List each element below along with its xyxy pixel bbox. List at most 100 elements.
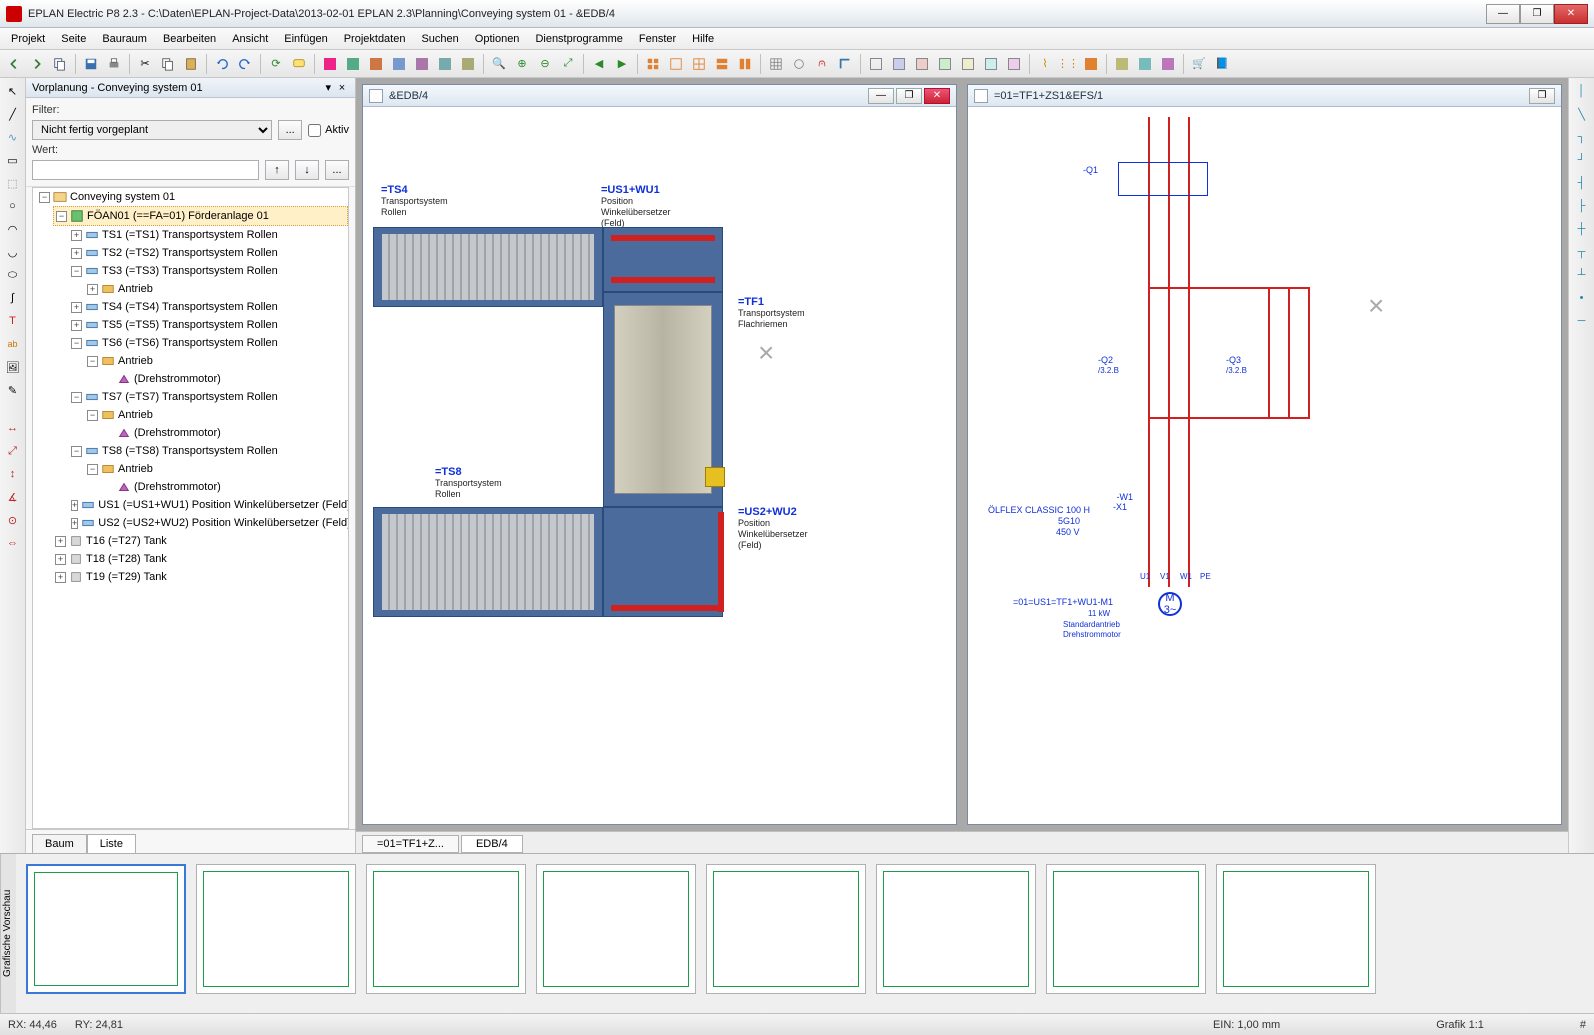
menu-optionen[interactable]: Optionen (468, 31, 527, 47)
tb-grid3[interactable] (689, 54, 709, 74)
rs-line-icon[interactable]: │ (1573, 82, 1591, 100)
tb-ortho[interactable] (835, 54, 855, 74)
close-button[interactable]: ✕ (1554, 4, 1588, 24)
tree-ts3-antrieb[interactable]: Antrieb (118, 281, 153, 297)
tb-nav-left[interactable]: ◀ (589, 54, 609, 74)
tree-ts4[interactable]: TS4 (=TS4) Transportsystem Rollen (102, 299, 278, 315)
thumb-8[interactable] (1216, 864, 1376, 994)
doc1-max-button[interactable]: ❐ (896, 88, 922, 104)
thumb-6[interactable] (876, 864, 1036, 994)
tb-paste[interactable] (181, 54, 201, 74)
menu-hilfe[interactable]: Hilfe (685, 31, 721, 47)
ls-spline-icon[interactable]: ∫ (4, 289, 22, 307)
thumb-4[interactable] (536, 864, 696, 994)
tb-copy[interactable] (158, 54, 178, 74)
tb-pages[interactable] (50, 54, 70, 74)
tb-g7[interactable] (1004, 54, 1024, 74)
tb-grid5[interactable] (735, 54, 755, 74)
footer-tab-efs[interactable]: =01=TF1+Z... (362, 835, 459, 853)
tree-t16[interactable]: T16 (=T27) Tank (86, 533, 167, 549)
tb-a5[interactable] (412, 54, 432, 74)
tb-g2[interactable] (889, 54, 909, 74)
tree-ts6[interactable]: TS6 (=TS6) Transportsystem Rollen (102, 335, 278, 351)
tree-ts7-motor[interactable]: (Drehstrommotor) (134, 425, 221, 441)
tb-grid1[interactable] (643, 54, 663, 74)
tb-g3[interactable] (912, 54, 932, 74)
tb-a2[interactable] (343, 54, 363, 74)
tree-ts5[interactable]: TS5 (=TS5) Transportsystem Rollen (102, 317, 278, 333)
ls-dim-v-icon[interactable]: ↕ (4, 465, 22, 483)
tb-misc3[interactable] (1158, 54, 1178, 74)
tb-zoom-in[interactable]: ⊕ (512, 54, 532, 74)
menu-fenster[interactable]: Fenster (632, 31, 683, 47)
ls-select-icon[interactable]: ↖ (4, 82, 22, 100)
transfer-us2[interactable] (603, 507, 723, 617)
tree-t18[interactable]: T18 (=T28) Tank (86, 551, 167, 567)
tb-a7[interactable] (458, 54, 478, 74)
tb-misc2[interactable] (1135, 54, 1155, 74)
rs-dash-icon[interactable]: ─ (1573, 312, 1591, 330)
ls-rect-icon[interactable]: ▭ (4, 151, 22, 169)
tb-zoom-window[interactable]: 🔍 (489, 54, 509, 74)
tb-comment[interactable] (289, 54, 309, 74)
rs-node-icon[interactable]: • (1573, 289, 1591, 307)
tb-stack-icon[interactable] (1081, 54, 1101, 74)
ls-dim-rad-icon[interactable]: ⊙ (4, 511, 22, 529)
ls-arc2-icon[interactable]: ◡ (4, 243, 22, 261)
tb-save[interactable] (81, 54, 101, 74)
menu-projekt[interactable]: Projekt (4, 31, 52, 47)
tab-liste[interactable]: Liste (87, 834, 136, 853)
tb-grid-on[interactable] (766, 54, 786, 74)
tree-ts1[interactable]: TS1 (=TS1) Transportsystem Rollen (102, 227, 278, 243)
ls-arc-icon[interactable]: ◠ (4, 220, 22, 238)
conveyor-ts4[interactable] (373, 227, 603, 307)
ls-image-icon[interactable]: 🖼 (4, 358, 22, 376)
thumb-3[interactable] (366, 864, 526, 994)
conveyor-ts8[interactable] (373, 507, 603, 617)
rs-cross-icon[interactable]: ┼ (1573, 220, 1591, 238)
tb-g5[interactable] (958, 54, 978, 74)
ls-ellipse-icon[interactable]: ⬭ (4, 266, 22, 284)
menu-einfuegen[interactable]: Einfügen (277, 31, 334, 47)
wert-up-button[interactable]: ↑ (265, 160, 289, 180)
rs-tee4-icon[interactable]: ┴ (1573, 266, 1591, 284)
tree-ts8[interactable]: TS8 (=TS8) Transportsystem Rollen (102, 443, 278, 459)
tb-cut[interactable]: ✂ (135, 54, 155, 74)
ls-text-ab-icon[interactable]: ab (4, 335, 22, 353)
minimize-button[interactable]: — (1486, 4, 1520, 24)
tree-ts7-antrieb[interactable]: Antrieb (118, 407, 153, 423)
tree-us2[interactable]: US2 (=US2+WU2) Position Winkelübersetzer… (98, 515, 349, 531)
tb-snap[interactable] (789, 54, 809, 74)
ls-line-icon[interactable]: ╱ (4, 105, 22, 123)
tb-grid4[interactable] (712, 54, 732, 74)
ls-dim-sl-icon[interactable]: ⤢ (4, 442, 22, 460)
ls-text-icon[interactable]: T (4, 312, 22, 330)
filter-more-button[interactable]: ... (278, 120, 302, 140)
thumb-1[interactable] (26, 864, 186, 994)
tree-ts6-antrieb[interactable]: Antrieb (118, 353, 153, 369)
tb-net-icon[interactable]: ⋮⋮ (1058, 54, 1078, 74)
doc2-max-button[interactable]: ❐ (1529, 88, 1555, 104)
ls-rect-dash-icon[interactable]: ⬚ (4, 174, 22, 192)
project-tree[interactable]: −Conveying system 01 −FÖAN01 (==FA=01) F… (33, 188, 348, 586)
footer-tab-edb4[interactable]: EDB/4 (461, 835, 523, 853)
menu-bearbeiten[interactable]: Bearbeiten (156, 31, 223, 47)
tb-zoom-fit[interactable]: ⤢ (558, 54, 578, 74)
tb-g1[interactable] (866, 54, 886, 74)
doc1-canvas[interactable]: =TS4 Transportsystem Rollen =US1+WU1 Pos… (363, 107, 956, 824)
tb-book-icon[interactable]: 📘 (1212, 54, 1232, 74)
tb-next[interactable] (27, 54, 47, 74)
thumb-5[interactable] (706, 864, 866, 994)
menu-seite[interactable]: Seite (54, 31, 93, 47)
tb-refresh[interactable]: ⟳ (266, 54, 286, 74)
rs-tee2-icon[interactable]: ├ (1573, 197, 1591, 215)
tb-a3[interactable] (366, 54, 386, 74)
menu-projektdaten[interactable]: Projektdaten (337, 31, 413, 47)
tree-ts8-antrieb[interactable]: Antrieb (118, 461, 153, 477)
tb-prev[interactable] (4, 54, 24, 74)
rs-tee1-icon[interactable]: ┤ (1573, 174, 1591, 192)
ls-polyline-icon[interactable]: ∿ (4, 128, 22, 146)
doc2-canvas[interactable]: -Q1 -Q2 /3.2.B -Q3 /3.2.B (968, 107, 1561, 824)
wert-input[interactable] (32, 160, 259, 180)
doc1-min-button[interactable]: — (868, 88, 894, 104)
